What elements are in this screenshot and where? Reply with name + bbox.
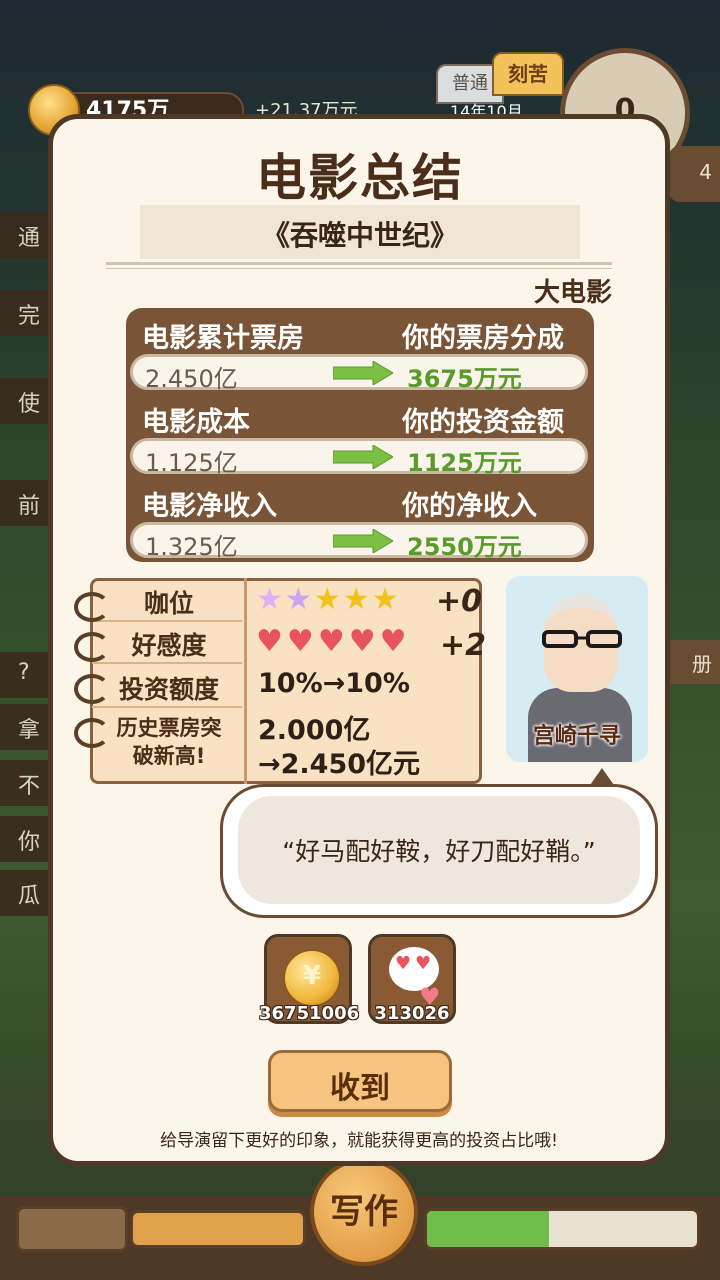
heart-eye-icon: ♥: [415, 953, 432, 974]
stat-result: 1125万元: [407, 449, 522, 477]
right-arrow-icon: [333, 529, 393, 553]
rank-label: 咖位: [143, 589, 194, 618]
star-icon: ★: [342, 582, 372, 617]
stat-value: 1.325亿: [145, 533, 238, 561]
right-arrow-icon: [333, 445, 393, 469]
heart-icon: ♥: [317, 624, 349, 659]
notebook-line: [92, 662, 242, 664]
write-button[interactable]: 写作: [310, 1158, 418, 1266]
notebook-line: [92, 706, 242, 708]
heart-icon: ♥: [286, 624, 318, 659]
stat-label-net-income: 电影净收入: [142, 491, 277, 522]
reward-gold: ¥ 36751006: [259, 934, 359, 1024]
stat-row-net-income: 1.325亿 2550万元: [130, 522, 588, 561]
movie-type: 大电影: [533, 278, 612, 308]
stat-result: 3675万元: [407, 365, 522, 393]
difficulty-tab-hard[interactable]: 刻苦: [492, 52, 564, 96]
heart-eye-icon: ♥: [395, 953, 412, 974]
movie-name: 《吞噬中世纪》: [261, 219, 458, 252]
stat-result: 2550万元: [407, 533, 522, 561]
director-portrait: 宫崎千寻: [506, 576, 648, 762]
heart-icon: ♥: [256, 624, 287, 659]
star-icon: ★: [284, 582, 314, 617]
stat-label-your-net-income: 你的净收入: [402, 491, 537, 522]
confirm-button[interactable]: 收到: [268, 1050, 452, 1112]
rank-stars: ★★★★★: [256, 582, 401, 617]
director-name: 宫崎千寻: [532, 724, 621, 749]
favor-hearts: ♥♥♥♥♥: [256, 624, 411, 659]
divider: [106, 268, 612, 269]
glasses-icon: [542, 630, 622, 648]
bottom-left-button[interactable]: [16, 1206, 128, 1252]
divider: [106, 262, 612, 265]
right-arrow-icon: [333, 361, 393, 385]
stat-label-your-share: 你的票房分成: [402, 323, 564, 354]
gold-coin-icon: ¥: [283, 949, 341, 1007]
bottom-progress-fill: [427, 1211, 549, 1247]
stat-label-your-investment: 你的投资金额: [402, 407, 564, 438]
heart-icon: ♥: [379, 624, 411, 659]
stat-row-cost: 1.125亿 1125万元: [130, 438, 588, 477]
heart-icon: ♥: [348, 624, 380, 659]
notebook-line: [92, 620, 242, 622]
notebook-divider: [244, 578, 247, 784]
stat-value: 2.450亿: [145, 365, 238, 393]
star-icon: ★: [313, 582, 343, 617]
bottom-progress-bar: [424, 1208, 700, 1250]
director-quote: “好马配好鞍，好刀配好鞘。”: [282, 837, 596, 866]
record-label-line1: 历史票房突: [116, 716, 222, 740]
star-icon: ★: [256, 582, 285, 617]
star-icon: ★: [371, 582, 401, 617]
stat-label-total-box-office: 电影累计票房: [142, 323, 304, 354]
reward-favor: ♥ ♥ ♥ 313026: [368, 934, 456, 1024]
record-label-line2: 破新高!: [132, 744, 206, 768]
stat-label-cost: 电影成本: [142, 407, 250, 438]
stat-value: 1.125亿: [145, 449, 238, 477]
favor-label: 好感度: [131, 631, 207, 660]
invest-label: 投资额度: [118, 675, 219, 704]
invest-value: 10%→10%: [258, 668, 410, 699]
favor-bonus: +2: [440, 628, 487, 663]
bottom-left-bar[interactable]: [130, 1210, 306, 1248]
reward-amount: 36751006: [259, 1003, 360, 1024]
modal-title: 电影总结: [256, 149, 464, 207]
hint-text: 给导演留下更好的印象，就能获得更高的投资占比哦!: [160, 1131, 558, 1151]
record-value-line2: →2.450亿元: [258, 749, 421, 780]
stat-row-box-office: 2.450亿 3675万元: [130, 354, 588, 393]
rank-bonus: +0: [436, 584, 483, 619]
reward-amount: 313026: [374, 1003, 450, 1024]
